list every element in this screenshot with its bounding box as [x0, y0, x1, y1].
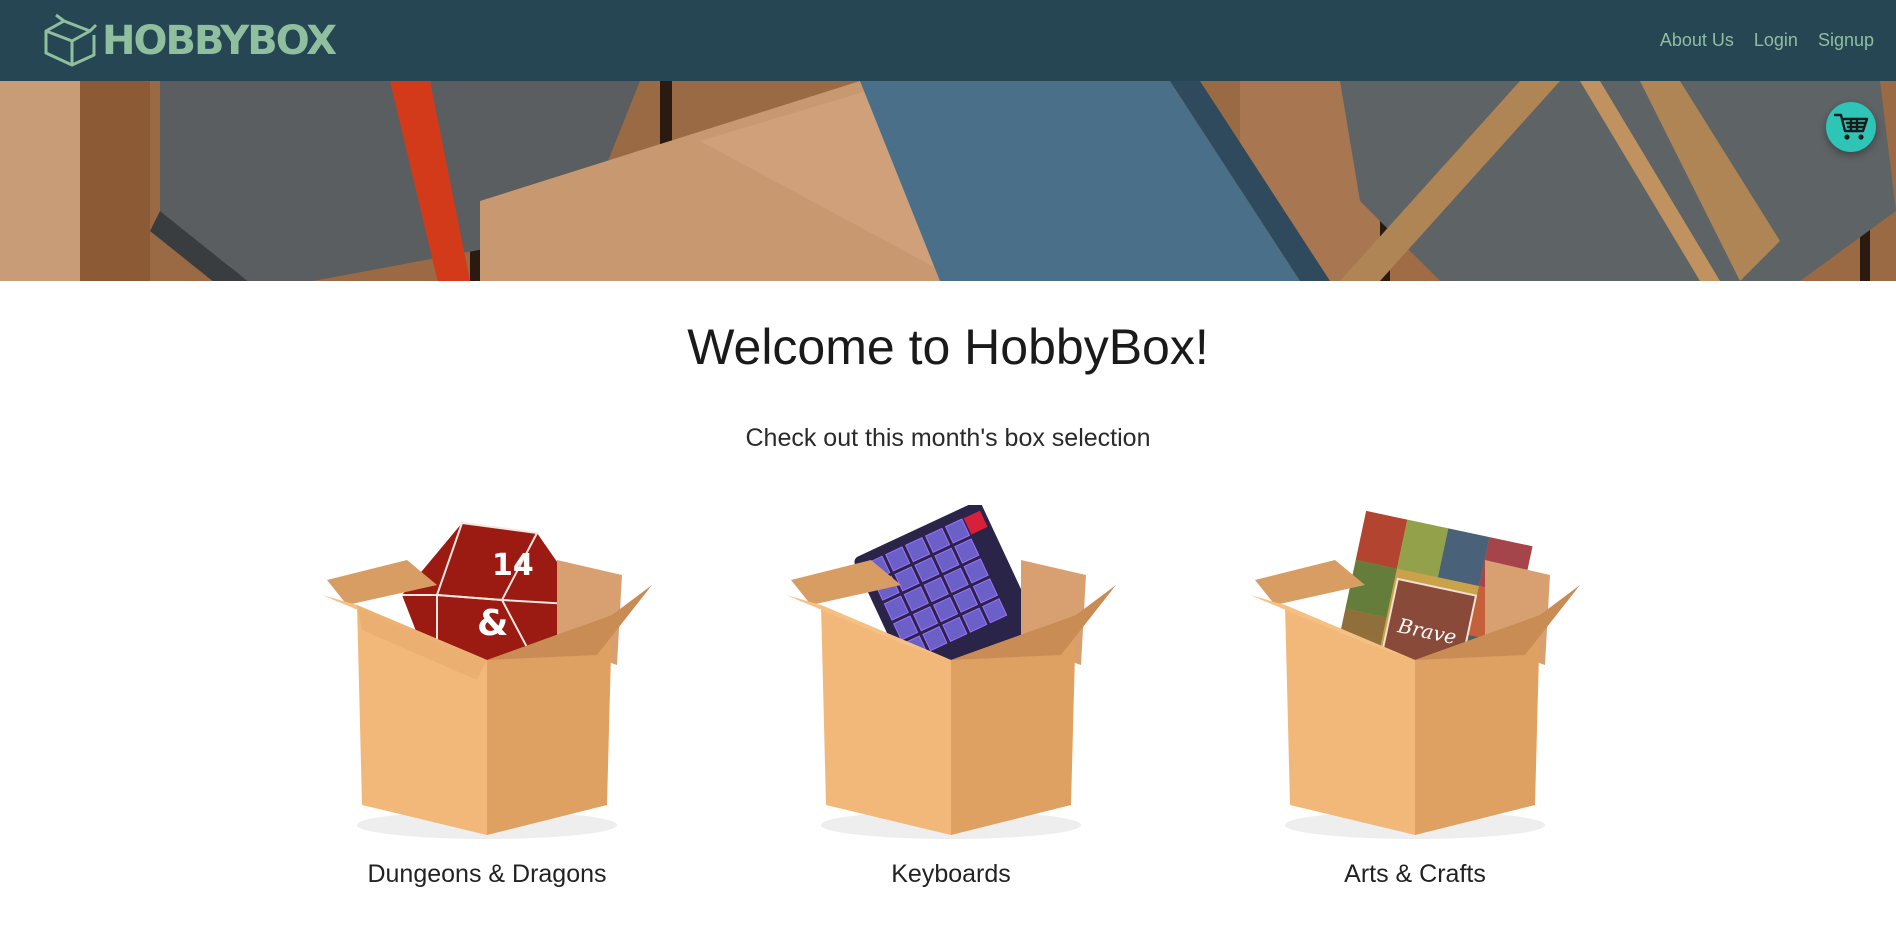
- nav-signup[interactable]: Signup: [1818, 30, 1874, 51]
- nav-login[interactable]: Login: [1754, 30, 1798, 51]
- d20-dice-box-icon: 14 &: [322, 521, 652, 839]
- nav-links: About Us Login Signup: [1640, 30, 1874, 51]
- svg-text:&: &: [477, 603, 508, 644]
- crafts-box-icon: Brave: [1250, 510, 1580, 839]
- svg-text:14: 14: [492, 548, 534, 583]
- keyboard-box-icon: [786, 505, 1116, 839]
- cart-button[interactable]: [1826, 102, 1876, 152]
- box-label: Keyboards: [891, 860, 1011, 888]
- page-subtitle: Check out this month's box selection: [745, 424, 1151, 452]
- box-card-keyboards[interactable]: Keyboards: [781, 505, 1121, 889]
- page-title: Welcome to HobbyBox!: [687, 319, 1209, 375]
- brand-name: HOBBYBOX: [102, 17, 337, 64]
- navbar: HOBBYBOX About Us Login Signup: [0, 0, 1896, 81]
- box-label: Dungeons & Dragons: [367, 860, 607, 888]
- nav-about-us[interactable]: About Us: [1660, 30, 1734, 51]
- shopping-cart-icon: [1833, 113, 1869, 140]
- box-label: Arts & Crafts: [1344, 860, 1486, 888]
- box-card-dungeons-and-dragons[interactable]: 14 & Dungeons & Dragons: [317, 505, 657, 889]
- box-card-arts-and-crafts[interactable]: Brave Arts & Crafts: [1245, 505, 1585, 889]
- brand-logo[interactable]: HOBBYBOX: [42, 13, 337, 69]
- gift-boxes-banner-image: [0, 81, 1896, 281]
- hero-banner: [0, 81, 1896, 281]
- twine-gift-box: [1340, 81, 1896, 281]
- box-logo-icon: [44, 13, 98, 66]
